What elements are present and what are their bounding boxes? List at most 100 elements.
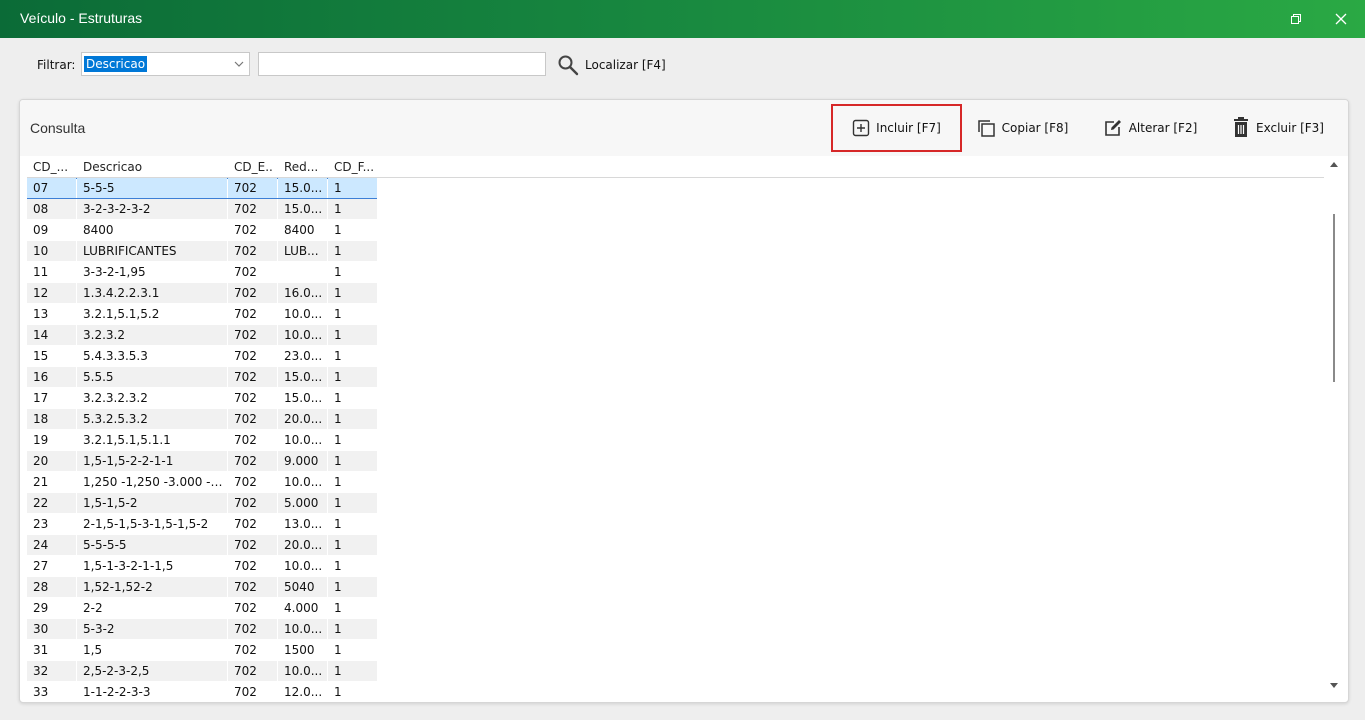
table-cell: 702 [228, 325, 277, 345]
table-row[interactable]: 22 1,5-1,5-2 702 5.000 1 [27, 493, 377, 514]
table-row[interactable]: 16 5.5.5 702 15.0... 1 [27, 367, 377, 388]
table-row[interactable]: 28 1,52-1,52-2 702 5040 1 [27, 577, 377, 598]
incluir-button[interactable]: Incluir [F7] [831, 104, 962, 152]
table-row[interactable]: 27 1,5-1-3-2-1-1,5 702 10.0... 1 [27, 556, 377, 577]
table-cell: 1 [328, 325, 377, 345]
table-cell: 1 [328, 367, 377, 387]
table-row[interactable]: 23 2-1,5-1,5-3-1,5-1,5-2 702 13.0... 1 [27, 514, 377, 535]
table-cell: 10.0... [284, 307, 323, 321]
table-cell: 702 [234, 349, 257, 363]
table-cell: 702 [228, 241, 277, 261]
alterar-button[interactable]: Alterar [F2] [1098, 104, 1202, 152]
table-cell: 08 [27, 199, 76, 219]
table-cell: 1 [328, 577, 377, 597]
table-cell: 9.000 [278, 451, 327, 471]
table-cell: 1 [328, 178, 377, 198]
column-header[interactable]: Red... [284, 160, 324, 174]
edit-icon [1104, 120, 1121, 136]
table-cell: 31 [33, 643, 49, 657]
table-row[interactable]: 12 1.3.4.2.2.3.1 702 16.0... 1 [27, 283, 377, 304]
table-cell: 10 [27, 241, 76, 261]
table-cell: 702 [234, 643, 257, 657]
table-cell: 1500 [284, 643, 315, 657]
table-cell: 10.0... [284, 559, 323, 573]
filter-search-input[interactable] [258, 52, 546, 76]
incluir-button-label: Incluir [F7] [876, 121, 941, 135]
table-cell: 15.0... [278, 367, 327, 387]
table-cell: 1 [334, 265, 342, 279]
table-row[interactable]: 11 3-3-2-1,95 702 1 [27, 262, 377, 283]
table-cell: 1 [334, 601, 342, 615]
table-row[interactable]: 19 3.2.1,5.1,5.1.1 702 10.0... 1 [27, 430, 377, 451]
table-cell: 20.0... [278, 409, 327, 429]
copiar-button[interactable]: Copiar [F8] [970, 104, 1074, 152]
close-button[interactable] [1319, 0, 1363, 38]
table-cell: 13 [33, 307, 49, 321]
table-row[interactable]: 17 3.2.3.2.3.2 702 15.0... 1 [27, 388, 377, 409]
table-cell: 15 [33, 349, 49, 363]
table-row[interactable]: 08 3-2-3-2-3-2 702 15.0... 1 [27, 199, 377, 220]
plus-square-icon [852, 119, 870, 137]
consulta-panel: Consulta Incluir [F7] Copiar [F8] Altera… [19, 99, 1349, 703]
scroll-down-icon[interactable] [1329, 682, 1339, 690]
table-cell: 702 [228, 535, 277, 555]
table-cell: 702 [228, 283, 277, 303]
table-row[interactable]: 33 1-1-2-2-3-3 702 12.0... 1 [27, 682, 377, 702]
table-cell: 5040 [278, 577, 327, 597]
table-cell: 27 [33, 559, 49, 573]
table-cell: 702 [228, 577, 277, 597]
table-row[interactable]: 24 5-5-5-5 702 20.0... 1 [27, 535, 377, 556]
table-cell: 1 [328, 283, 377, 303]
filter-field-select[interactable]: Descricao [81, 52, 250, 76]
table-cell: 10.0... [284, 475, 323, 489]
table-cell: 702 [228, 451, 277, 471]
excluir-button[interactable]: Excluir [F3] [1226, 104, 1330, 152]
table-cell: 8400 [284, 223, 315, 237]
alterar-button-label: Alterar [F2] [1128, 121, 1198, 135]
table-row[interactable]: 07 5-5-5 702 15.0... 1 [27, 178, 377, 199]
table-cell: 20 [27, 451, 76, 471]
table-row[interactable]: 15 5.4.3.3.5.3 702 23.0... 1 [27, 346, 377, 367]
locate-button-label: Localizar [F4] [585, 58, 666, 72]
table-row[interactable]: 14 3.2.3.2 702 10.0... 1 [27, 325, 377, 346]
table-row[interactable]: 09 8400 702 8400 1 [27, 220, 377, 241]
table-cell: 702 [228, 493, 277, 513]
table-cell: 3.2.1,5.1,5.2 [83, 307, 160, 321]
table-cell: 1 [328, 619, 377, 639]
table-cell: 11 [33, 265, 49, 279]
table-cell: 702 [234, 433, 257, 447]
table-cell: 17 [33, 391, 49, 405]
table-row[interactable]: 21 1,250 -1,250 -3.000 -2... 702 10.0... 1 [27, 472, 377, 493]
table-cell: 702 [228, 619, 277, 639]
results-grid[interactable]: CD_... Descricao CD_E... Red... CD_F... … [27, 156, 1324, 702]
table-cell: 5-3-2 [77, 619, 227, 639]
table-cell: 1 [334, 685, 342, 699]
table-cell: 702 [228, 661, 277, 681]
table-row[interactable]: 31 1,5 702 1500 1 [27, 640, 377, 661]
table-cell: 5.5.5 [77, 367, 227, 387]
restore-button[interactable] [1274, 0, 1318, 38]
table-cell: 1 [334, 391, 342, 405]
table-row[interactable]: 29 2-2 702 4.000 1 [27, 598, 377, 619]
scroll-up-icon[interactable] [1329, 160, 1339, 168]
locate-button[interactable]: Localizar [F4] [557, 52, 666, 78]
title-bar: Veículo - Estruturas [0, 0, 1365, 38]
table-row[interactable]: 32 2,5-2-3-2,5 702 10.0... 1 [27, 661, 377, 682]
table-row[interactable]: 13 3.2.1,5.1,5.2 702 10.0... 1 [27, 304, 377, 325]
table-row[interactable]: 18 5.3.2.5.3.2 702 20.0... 1 [27, 409, 377, 430]
column-header[interactable]: CD_... [33, 160, 73, 174]
vertical-scrollbar[interactable] [1326, 156, 1342, 702]
scrollbar-thumb[interactable] [1333, 214, 1335, 382]
table-cell: 702 [234, 517, 257, 531]
column-header[interactable]: Descricao [83, 160, 223, 174]
table-cell: 1 [328, 451, 377, 471]
table-cell: 1,5-1-3-2-1-1,5 [83, 559, 174, 573]
column-header[interactable]: CD_E... [234, 160, 274, 174]
table-cell: 33 [33, 685, 49, 699]
table-row[interactable]: 30 5-3-2 702 10.0... 1 [27, 619, 377, 640]
table-row[interactable]: 10 LUBRIFICANTES 702 LUB... 1 [27, 241, 377, 262]
table-row[interactable]: 20 1,5-1,5-2-2-1-1 702 9.000 1 [27, 451, 377, 472]
table-cell: 702 [234, 307, 257, 321]
table-cell: 24 [27, 535, 76, 555]
column-header[interactable]: CD_F... [334, 160, 374, 174]
